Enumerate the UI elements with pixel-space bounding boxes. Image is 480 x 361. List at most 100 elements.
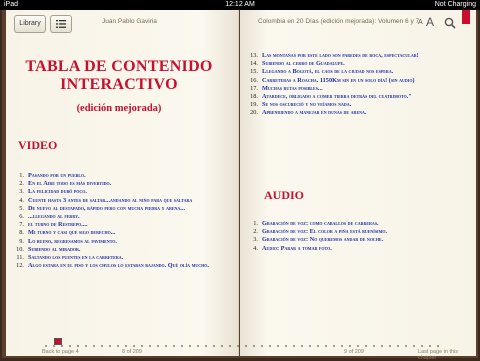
toc-title-line1: TABLA DE CONTENIDO (25, 58, 213, 75)
toc-entry[interactable]: 17. Muchas rutas posibles... (250, 85, 458, 92)
toc-entry-link[interactable]: Se nos oscureció y no veíamos nada. (262, 101, 458, 108)
toc-entry[interactable]: 4. Cuente hasta 3 antes de saltar...andan… (19, 197, 214, 204)
toc-entry-number: 19. (250, 101, 258, 109)
toc-entry-number: 10. (16, 245, 24, 253)
book-spread: Library Juan Pablo Gaviria TABLA DE CONT… (2, 10, 478, 361)
section-audio-heading: AUDIO (264, 188, 305, 202)
toc-entry[interactable]: 4. Audio: Parar a tomar foto. (253, 245, 458, 252)
scrubber-thumb[interactable] (54, 338, 62, 345)
toc-entry[interactable]: 6. ...llegando al ferry. (19, 213, 214, 220)
search-icon (444, 17, 456, 29)
library-button[interactable]: Library (14, 15, 46, 33)
toc-entry-link[interactable]: Subiendo al cerro de Guadalupe. (262, 60, 458, 67)
search-button[interactable] (444, 16, 456, 29)
toc-entry-link[interactable]: Muchas rutas posibles... (262, 85, 458, 92)
battery-status: Not Charging (434, 1, 476, 8)
toc-entry-link[interactable]: Grabación de voz: No queremos andar de n… (262, 236, 458, 243)
toc-entry-link[interactable]: Grabación de voz: El color a piña está b… (262, 228, 458, 235)
video-list-continued: 13. Las montañas por este lado son parede… (250, 52, 458, 118)
toc-entry-number: 4. (19, 196, 24, 204)
font-increase-button[interactable]: A (426, 15, 434, 29)
page-number-left: 8 of 209 (122, 349, 142, 355)
toc-entry[interactable]: 1. Grabación de voz: como caballos de car… (253, 220, 458, 227)
toc-entry[interactable]: 11. Saltando los puentes en la carretera. (16, 254, 214, 261)
toc-entry[interactable]: 2. En el Aire todo es más divertido. (19, 180, 214, 187)
toc-entry-number: 13. (250, 52, 258, 59)
toc-entry[interactable]: 12. Algo estaba en el piso y los chulos l… (16, 262, 214, 269)
toc-entry[interactable]: 20. Aprendiendo a manejar en dunas de are… (250, 109, 458, 116)
toc-entry-number: 7. (19, 221, 24, 229)
toc-entry-link[interactable]: Pasando por un pueblo. (28, 172, 214, 179)
book-title: Colombia en 20 Días (edición mejorada): … (258, 18, 420, 25)
toc-entry-number: 9. (19, 237, 24, 245)
status-bar: iPad 12:12 AM Not Charging (0, 0, 480, 10)
toc-entry-link[interactable]: el turno de Restrepo.... (28, 221, 214, 228)
toc-entry-number: 1. (253, 220, 258, 227)
toc-entry-link[interactable]: Audio: Parar a tomar foto. (262, 245, 458, 252)
page-scrubber[interactable] (32, 337, 452, 347)
author-name: Juan Pablo Gaviria (102, 18, 157, 25)
toc-button[interactable] (50, 15, 72, 33)
toc-entry-link[interactable]: Carreteras a Roacha. 1150Km sin en un so… (262, 77, 458, 84)
toc-entry-number: 3. (253, 236, 258, 244)
toc-entry-number: 12. (16, 262, 24, 270)
toc-entry-link[interactable]: Cuente hasta 3 antes de saltar...andando… (28, 197, 214, 204)
toc-entry-link[interactable]: La felicidad dubó poco. (28, 188, 214, 195)
clock: 12:12 AM (225, 1, 255, 8)
toc-entry-link[interactable]: Mi turno y casi que sigo derecho... (28, 229, 214, 236)
toc-entry-link[interactable]: ...llegando al ferry. (28, 213, 214, 220)
toc-entry-number: 2. (19, 180, 24, 188)
toc-entry-link[interactable]: En el Aire todo es más divertido. (28, 180, 214, 187)
toc-entry[interactable]: 9. Lo bueno, regresamos al pavimento. (19, 238, 214, 245)
toc-entry-number: 14. (250, 60, 258, 68)
toc-entry-link[interactable]: Aprendiendo a manejar en dunas de arena. (262, 109, 458, 116)
toc-subtitle: (edición mejorada) (76, 103, 162, 114)
section-video-heading: VIDEO (18, 138, 58, 152)
bookmark-icon[interactable] (462, 10, 470, 24)
toc-entry[interactable]: 7. el turno de Restrepo.... (19, 221, 214, 228)
toc-entry-number: 11. (16, 254, 24, 262)
toc-entry-link[interactable]: De nuevo al destapado, rápido pero con m… (28, 205, 214, 212)
toc-title-line2: INTERACTIVO (60, 76, 178, 93)
toc-entry-number: 1. (19, 172, 24, 179)
toc-entry-link[interactable]: Las montañas por este lado son paredes d… (262, 52, 458, 59)
toc-entry[interactable]: 19. Se nos oscureció y no veíamos nada. (250, 101, 458, 108)
toc-entry-link[interactable]: Algo estaba en el piso y los chulos lo e… (28, 262, 214, 269)
toc-entry[interactable]: 16. Carreteras a Roacha. 1150Km sin en un… (250, 77, 458, 84)
font-decrease-button[interactable]: A (418, 19, 423, 26)
toc-entry-number: 16. (250, 76, 258, 84)
toc-entry-link[interactable]: Subiendo al mirador. (28, 246, 214, 253)
toc-entry[interactable]: 3. La felicidad dubó poco. (19, 188, 214, 195)
toc-entry[interactable]: 3. Grabación de voz: No queremos andar de… (253, 236, 458, 243)
toc-entry[interactable]: 14. Subiendo al cerro de Guadalupe. (250, 60, 458, 67)
toc-entry-link[interactable]: Saltando los puentes en la carretera. (28, 254, 214, 261)
toc-entry-link[interactable]: Lo bueno, regresamos al pavimento. (28, 238, 214, 245)
video-list: 1. Pasando por un pueblo. 2. En el Aire tod… (16, 172, 214, 270)
toc-entry-link[interactable]: Atardece, obligado a comer tierra detrás… (262, 93, 458, 100)
toc-entry-number: 8. (19, 229, 24, 237)
last-page-label: Last page in this chapter (418, 349, 459, 361)
toc-entry-number: 4. (253, 244, 258, 252)
toc-entry[interactable]: 15. Llegando a Bogotá, el caos de la ciud… (250, 68, 458, 75)
toc-entry[interactable]: 2. Grabación de voz: El color a piña está… (253, 228, 458, 235)
toc-entry[interactable]: 8. Mi turno y casi que sigo derecho... (19, 229, 214, 236)
right-page[interactable]: Colombia en 20 Días (edición mejorada): … (240, 10, 476, 361)
toc-entry-number: 5. (19, 204, 24, 212)
toc-entry[interactable]: 1. Pasando por un pueblo. (19, 172, 214, 179)
toc-entry-link[interactable]: Llegando a Bogotá, el caos de la ciudad … (262, 68, 458, 75)
toc-entry[interactable]: 5. De nuevo al destapado, rápido pero con… (19, 205, 214, 212)
toc-entry[interactable]: 10. Subiendo al mirador. (16, 246, 214, 253)
audio-list: 1. Grabación de voz: como caballos de car… (253, 220, 458, 253)
left-page[interactable]: Library Juan Pablo Gaviria TABLA DE CONT… (6, 10, 239, 356)
toc-entry-number: 18. (250, 93, 258, 101)
back-to-page-link[interactable]: Back to page 4 (42, 349, 79, 355)
toc-entry[interactable]: 18. Atardece, obligado a comer tierra det… (250, 93, 458, 100)
toc-entry[interactable]: 13. Las montañas por este lado son parede… (250, 52, 458, 59)
toc-entry-number: 15. (250, 68, 258, 76)
toc-entry-number: 3. (19, 188, 24, 196)
toc-entry-number: 2. (253, 228, 258, 236)
toc-entry-number: 20. (250, 109, 258, 117)
toc-entry-link[interactable]: Grabación de voz: como caballos de carre… (262, 220, 458, 227)
list-icon (56, 20, 66, 28)
toc-entry-number: 6. (19, 213, 24, 221)
